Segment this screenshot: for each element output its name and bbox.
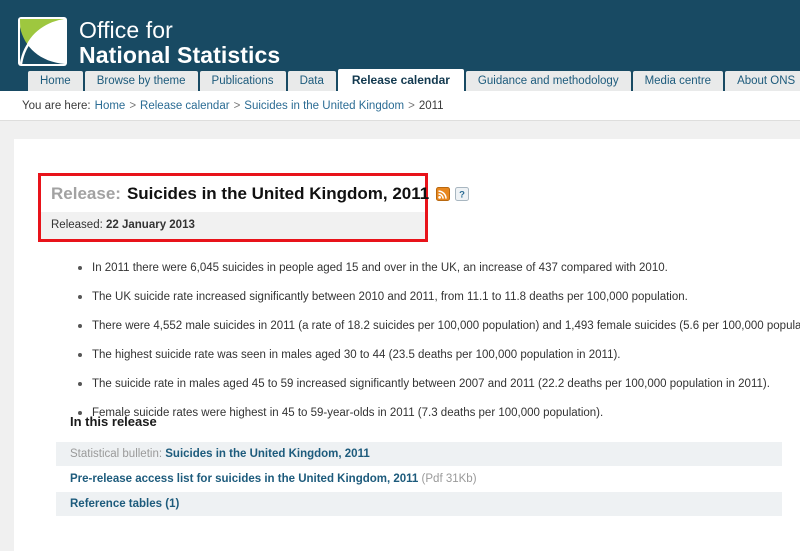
breadcrumb-label: You are here: bbox=[22, 99, 91, 112]
breadcrumb-item-suicides-uk[interactable]: Suicides in the United Kingdom bbox=[244, 100, 404, 112]
help-icon[interactable]: ? bbox=[455, 187, 470, 201]
ons-logo-wordmark: Office for National Statistics bbox=[79, 17, 280, 68]
list-item: There were 4,552 male suicides in 2011 (… bbox=[76, 319, 800, 333]
tab-about-ons[interactable]: About ONS bbox=[725, 71, 800, 91]
breadcrumb-item-home[interactable]: Home bbox=[95, 100, 126, 112]
in-this-release-section: In this release Statistical bulletin: Su… bbox=[56, 414, 782, 516]
ons-logo[interactable]: Office for National Statistics bbox=[18, 17, 280, 68]
breadcrumb: You are here: Home > Release calendar > … bbox=[0, 91, 800, 121]
page-background: Release: Suicides in the United Kingdom,… bbox=[0, 121, 800, 551]
release-title-row: Release: Suicides in the United Kingdom,… bbox=[41, 176, 470, 211]
tab-release-calendar[interactable]: Release calendar bbox=[337, 69, 464, 91]
list-item: The highest suicide rate was seen in mal… bbox=[76, 348, 796, 362]
logo-line-2: National Statistics bbox=[79, 42, 281, 68]
section-heading: In this release bbox=[70, 414, 157, 429]
tab-publications[interactable]: Publications bbox=[199, 71, 286, 91]
ons-logo-icon bbox=[18, 17, 67, 66]
release-item-prefix: Statistical bulletin: bbox=[70, 448, 163, 460]
breadcrumb-item-2011: 2011 bbox=[418, 99, 444, 112]
list-item: The suicide rate in males aged 45 to 59 … bbox=[76, 377, 796, 391]
breadcrumb-separator: > bbox=[233, 99, 241, 112]
list-item: In 2011 there were 6,045 suicides in peo… bbox=[76, 261, 796, 275]
svg-text:?: ? bbox=[459, 190, 465, 201]
list-item: The UK suicide rate increased significan… bbox=[76, 290, 796, 304]
page-title: Suicides in the United Kingdom, 2011 bbox=[126, 184, 430, 203]
breadcrumb-item-release-calendar[interactable]: Release calendar bbox=[140, 100, 230, 112]
release-item-link[interactable]: Pre-release access list for suicides in … bbox=[70, 473, 418, 485]
tab-browse-by-theme[interactable]: Browse by theme bbox=[84, 71, 198, 91]
release-item-meta: (Pdf 31Kb) bbox=[421, 473, 477, 485]
site-header: Office for National Statistics Home Brow… bbox=[0, 0, 800, 91]
tab-data[interactable]: Data bbox=[287, 71, 336, 91]
tab-home[interactable]: Home bbox=[28, 71, 83, 91]
release-item-link[interactable]: Reference tables (1) bbox=[70, 498, 179, 510]
main-navigation: Home Browse by theme Publications Data R… bbox=[28, 69, 800, 91]
key-highlights-list: In 2011 there were 6,045 suicides in peo… bbox=[76, 261, 800, 435]
release-item-statistical-bulletin[interactable]: Statistical bulletin: Suicides in the Un… bbox=[56, 441, 782, 466]
tab-media-centre[interactable]: Media centre bbox=[632, 71, 724, 91]
release-item-pre-release-access-list[interactable]: Pre-release access list for suicides in … bbox=[56, 466, 782, 491]
release-header-annotation: Release: Suicides in the United Kingdom,… bbox=[38, 173, 470, 242]
breadcrumb-separator: > bbox=[129, 99, 137, 112]
breadcrumb-separator: > bbox=[408, 99, 415, 112]
released-date-row: Released: 22 January 2013 bbox=[41, 211, 425, 239]
rss-icon[interactable] bbox=[436, 187, 451, 201]
release-item-reference-tables[interactable]: Reference tables (1) bbox=[56, 491, 782, 516]
released-label: Released: bbox=[51, 219, 103, 231]
released-date: 22 January 2013 bbox=[106, 219, 195, 231]
release-item-link[interactable]: Suicides in the United Kingdom, 2011 bbox=[165, 448, 369, 460]
tab-guidance-and-methodology[interactable]: Guidance and methodology bbox=[465, 71, 631, 91]
content-panel: Release: Suicides in the United Kingdom,… bbox=[14, 139, 800, 551]
logo-line-1: Office for bbox=[79, 17, 173, 43]
release-kicker: Release: bbox=[51, 184, 121, 203]
